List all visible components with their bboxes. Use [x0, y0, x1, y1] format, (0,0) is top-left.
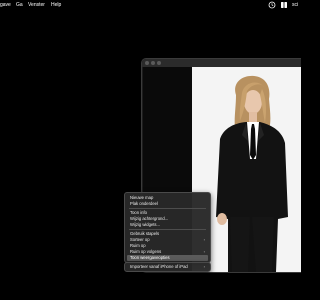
menu-item-label: Ruim op volgens — [130, 249, 162, 254]
menu-item-label: Gebruik stapels — [130, 231, 160, 236]
menu-item-help[interactable]: Help — [51, 2, 61, 8]
menu-item-label: Toon info — [130, 210, 147, 215]
menu-item-label: Wijzig achtergrond... — [130, 216, 169, 221]
menu-item-label: Plak onderdeel — [130, 201, 158, 206]
menu-item-paste[interactable]: Plak onderdeel — [127, 201, 208, 207]
menu-extra-text[interactable]: sci — [292, 2, 298, 8]
menu-bar: gave Ga Venster Help sci — [0, 0, 300, 10]
desktop-context-menu: Nieuwe map Plak onderdeel Toon info Wijz… — [124, 192, 211, 263]
menu-item-edit-widgets[interactable]: Wijzig widgets... — [127, 222, 208, 228]
menu-item-import-from-iphone[interactable]: Importeer vanaf iPhone of iPad › — [127, 264, 208, 270]
menu-item-label: Sorteer op — [130, 237, 150, 242]
minimize-window-button[interactable] — [151, 61, 155, 65]
menu-item-label: Wijzig widgets... — [130, 222, 161, 227]
menu-item-venster[interactable]: Venster — [28, 2, 45, 8]
menu-item-label: Importeer vanaf iPhone of iPad — [130, 264, 188, 269]
menu-item-ga[interactable]: Ga — [16, 2, 23, 8]
menu-item-weergave[interactable]: gave — [0, 2, 11, 8]
desktop-context-menu-import: Importeer vanaf iPhone of iPad › — [124, 262, 211, 272]
menu-item-show-view-options[interactable]: Toon weergaveopties — [127, 255, 208, 261]
menu-item-label: Ruim op — [130, 243, 146, 248]
zoom-window-button[interactable] — [157, 61, 161, 65]
chevron-right-icon: › — [203, 264, 205, 269]
menu-item-label: Toon weergaveopties — [130, 255, 170, 260]
close-window-button[interactable] — [145, 61, 149, 65]
control-center-icon[interactable] — [280, 1, 288, 11]
window-titlebar[interactable] — [142, 59, 301, 73]
menu-separator — [129, 229, 206, 230]
menu-item-label: Nieuwe map — [130, 195, 154, 200]
clock-icon[interactable] — [268, 1, 276, 11]
menu-separator — [129, 208, 206, 209]
